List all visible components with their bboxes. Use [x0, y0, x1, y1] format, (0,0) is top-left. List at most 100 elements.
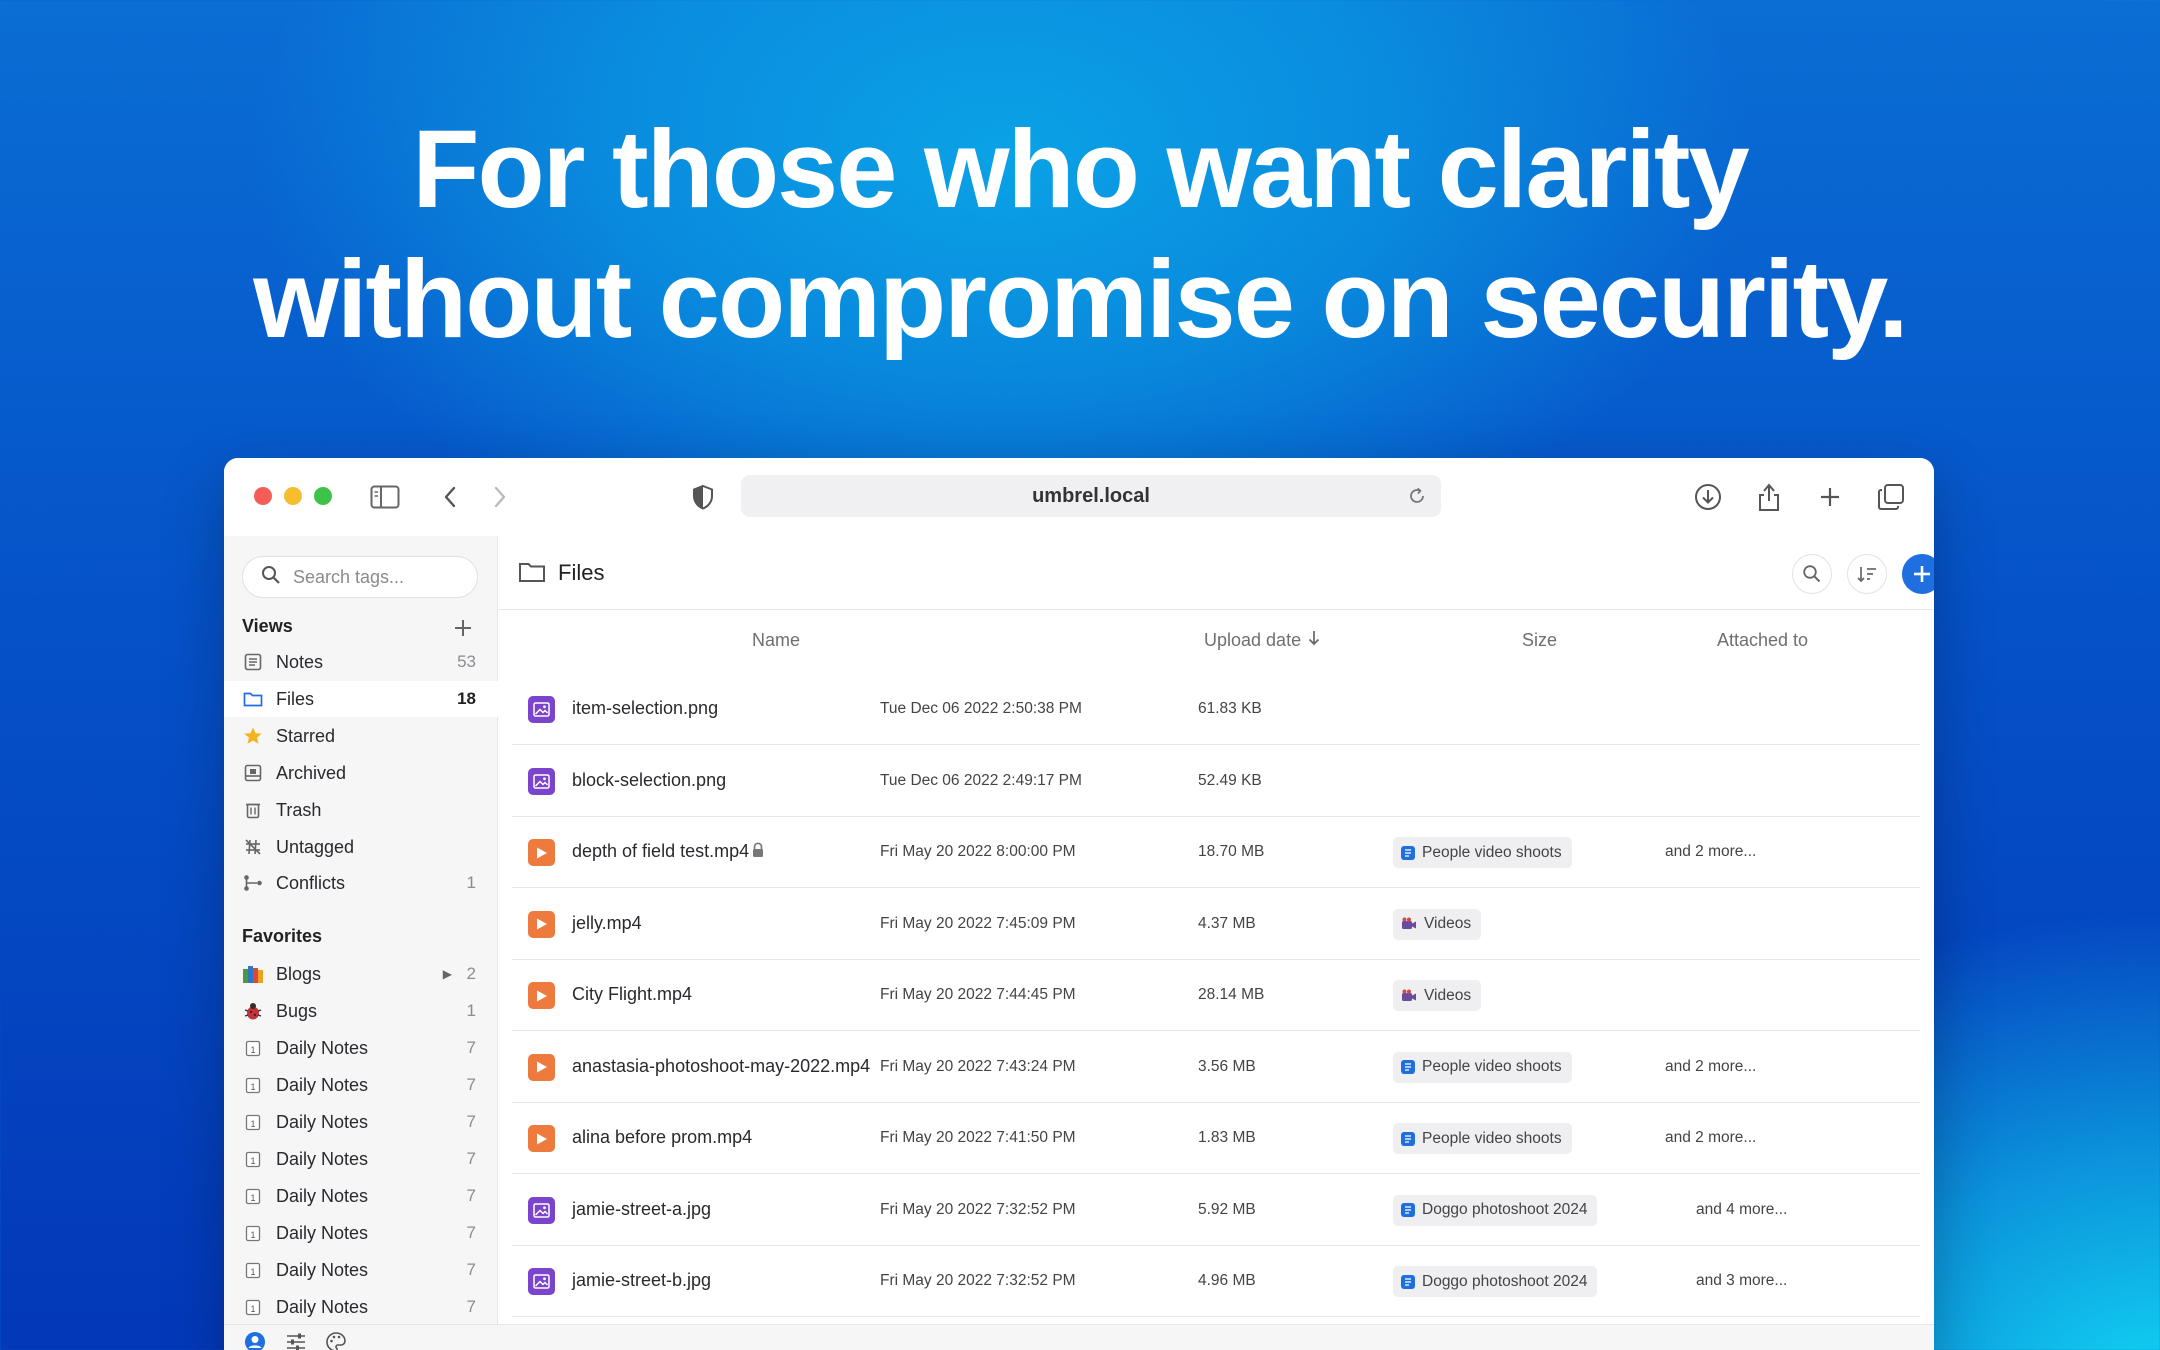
attached-note-label: Videos: [1424, 915, 1472, 932]
headline-line-2: without compromise on security.: [253, 238, 1908, 361]
notes-icon: [242, 651, 264, 673]
sidebar-item-count: 7: [466, 1038, 476, 1057]
address-bar[interactable]: umbrel.local: [741, 475, 1441, 517]
column-header-size[interactable]: Size: [1522, 630, 1557, 651]
conflict-icon: [242, 872, 264, 894]
sidebar-item-daily-notes[interactable]: 1 Daily Notes 7: [224, 1289, 498, 1325]
sidebar-item-daily-notes[interactable]: 1 Daily Notes 7: [224, 1215, 498, 1251]
attached-note-tag[interactable]: People video shoots: [1393, 1051, 1572, 1083]
table-row[interactable]: depth of field test.mp4 Fri May 20 2022 8…: [512, 817, 1920, 888]
archive-icon: [242, 762, 264, 784]
sidebar-item-bugs[interactable]: Bugs 1: [224, 993, 498, 1029]
sidebar-item-untagged[interactable]: Untagged: [224, 829, 498, 865]
add-view-icon[interactable]: [451, 616, 475, 640]
attached-note-tag[interactable]: People video shoots: [1393, 1123, 1572, 1154]
file-size: 28.14 MB: [1198, 986, 1265, 1003]
more-attachments-link[interactable]: and 4 more...: [1696, 1201, 1787, 1219]
svg-text:1: 1: [250, 1267, 255, 1277]
tab-overview-icon[interactable]: [1874, 480, 1908, 514]
attached-note-tag[interactable]: Doggo photoshoot 2024: [1393, 1266, 1598, 1297]
file-upload-date: Tue Dec 06 2022 2:49:17 PM: [880, 771, 1082, 789]
table-row[interactable]: jelly.mp4 Fri May 20 2022 7:45:09 PM 4.37 …: [512, 889, 1920, 960]
sidebar-toggle-icon[interactable]: [368, 480, 402, 514]
more-attachments-link[interactable]: and 2 more...: [1665, 843, 1756, 861]
attached-note-tag[interactable]: People video shoots: [1393, 837, 1572, 868]
sidebar-item-conflicts[interactable]: Conflicts 1: [224, 865, 498, 901]
column-header-upload-date[interactable]: Upload date: [1204, 630, 1321, 651]
account-icon[interactable]: [244, 1331, 266, 1350]
sidebar-item-count: 1: [466, 873, 476, 892]
sidebar-item-label: Blogs: [276, 963, 322, 984]
table-row[interactable]: jamie-street-a.jpg Fri May 20 2022 7:32:5…: [512, 1175, 1920, 1246]
file-name[interactable]: jamie-street-b.jpg: [572, 1270, 711, 1291]
sort-button[interactable]: [1847, 554, 1887, 594]
column-header-attached-to[interactable]: Attached to: [1717, 630, 1808, 651]
column-header-name[interactable]: Name: [752, 630, 800, 651]
address-url: umbrel.local: [1032, 484, 1150, 507]
search-tags-input[interactable]: [293, 566, 463, 588]
sidebar-item-daily-notes[interactable]: 1 Daily Notes 7: [224, 1178, 498, 1214]
privacy-shield-icon[interactable]: [686, 480, 720, 514]
more-attachments-link[interactable]: and 2 more...: [1665, 1129, 1756, 1147]
new-tab-icon[interactable]: [1813, 480, 1847, 514]
back-icon[interactable]: [433, 480, 467, 514]
reload-icon[interactable]: [1405, 484, 1429, 514]
table-row[interactable]: anastasia-photoshoot-may-2022.mp4 Fri May…: [512, 1032, 1920, 1103]
sidebar-item-notes[interactable]: Notes 53: [224, 644, 498, 680]
calendar-icon: 1: [242, 1074, 264, 1096]
file-size: 18.70 MB: [1198, 843, 1265, 860]
forward-icon[interactable]: [483, 480, 517, 514]
sidebar-item-daily-notes[interactable]: 1 Daily Notes 7: [224, 1067, 498, 1103]
downloads-icon[interactable]: [1691, 480, 1725, 514]
sidebar-item-daily-notes[interactable]: 1 Daily Notes 7: [224, 1141, 498, 1177]
table-row[interactable]: alina before prom.mp4 Fri May 20 2022 7:4…: [512, 1103, 1920, 1174]
search-tags-box[interactable]: [242, 556, 478, 598]
theme-palette-icon[interactable]: [325, 1331, 347, 1350]
sort-icon: [1857, 567, 1876, 583]
file-name[interactable]: City Flight.mp4: [572, 984, 692, 1005]
close-window-button[interactable]: [254, 487, 272, 505]
sidebar-item-label: Bugs: [276, 1000, 318, 1021]
more-attachments-link[interactable]: and 3 more...: [1696, 1272, 1787, 1290]
file-name[interactable]: alina before prom.mp4: [572, 1127, 752, 1148]
attached-note-tag[interactable]: Doggo photoshoot 2024: [1393, 1194, 1598, 1226]
file-upload-date: Fri May 20 2022 7:43:24 PM: [880, 1057, 1076, 1075]
table-row[interactable]: item-selection.png Tue Dec 06 2022 2:50:3…: [512, 674, 1920, 745]
image-file-icon: [528, 1268, 555, 1295]
table-row[interactable]: jamie-street-b.jpg Fri May 20 2022 7:32:5…: [512, 1246, 1920, 1317]
file-size: 4.37 MB: [1198, 914, 1256, 932]
sidebar-item-daily-notes[interactable]: 1 Daily Notes 7: [224, 1030, 498, 1066]
sidebar-item-starred[interactable]: Starred: [224, 718, 498, 754]
zoom-window-button[interactable]: [314, 487, 332, 505]
search-files-button[interactable]: [1792, 554, 1832, 594]
expand-arrow-icon[interactable]: ▶: [443, 967, 452, 981]
file-name[interactable]: depth of field test.mp4: [572, 841, 749, 862]
table-row[interactable]: City Flight.mp4 Fri May 20 2022 7:44:45 P…: [512, 960, 1920, 1031]
sidebar-item-label: Daily Notes: [276, 1222, 369, 1243]
books-emoji-icon: [242, 963, 264, 985]
headline-line-1: For those who want clarity: [412, 108, 1749, 231]
file-name[interactable]: jelly.mp4: [572, 913, 642, 934]
settings-sliders-icon[interactable]: [285, 1331, 307, 1350]
minimize-window-button[interactable]: [284, 487, 302, 505]
file-size: 5.92 MB: [1198, 1200, 1256, 1218]
file-size: 4.96 MB: [1198, 1272, 1256, 1289]
share-icon[interactable]: [1752, 480, 1786, 514]
sidebar-item-daily-notes[interactable]: 1 Daily Notes 7: [224, 1104, 498, 1140]
file-name[interactable]: item-selection.png: [572, 698, 718, 719]
attached-note-tag[interactable]: Videos: [1393, 980, 1482, 1011]
add-file-button[interactable]: [1902, 554, 1934, 594]
sidebar-item-blogs[interactable]: Blogs ▶ 2: [224, 956, 498, 992]
more-attachments-link[interactable]: and 2 more...: [1665, 1058, 1756, 1076]
file-name[interactable]: anastasia-photoshoot-may-2022.mp4: [572, 1056, 870, 1077]
sidebar-item-daily-notes[interactable]: 1 Daily Notes 7: [224, 1252, 498, 1288]
table-row[interactable]: block-selection.png Tue Dec 06 2022 2:49:…: [512, 746, 1920, 817]
file-name[interactable]: block-selection.png: [572, 770, 726, 791]
sidebar-item-label: Untagged: [276, 836, 355, 857]
sidebar-item-archived[interactable]: Archived: [224, 755, 498, 791]
attached-note-tag[interactable]: Videos: [1393, 908, 1482, 940]
sidebar-item-files[interactable]: Files 18: [224, 681, 498, 717]
file-name[interactable]: jamie-street-a.jpg: [572, 1199, 711, 1220]
sort-descending-icon: [1307, 630, 1321, 650]
sidebar-item-trash[interactable]: Trash: [224, 792, 498, 828]
